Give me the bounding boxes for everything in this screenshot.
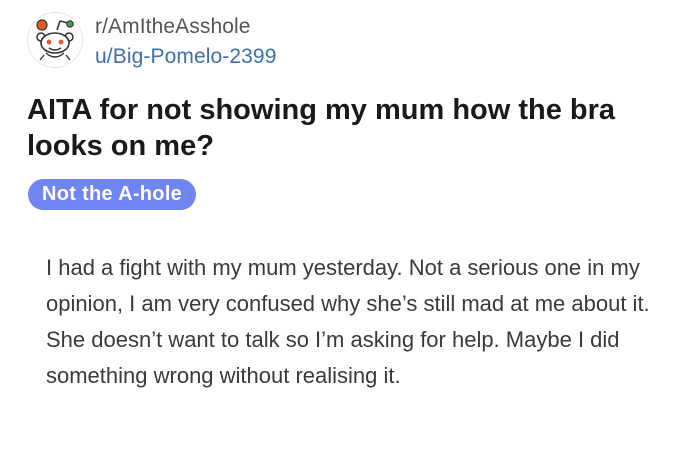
subreddit-name[interactable]: r/AmItheAsshole [95, 14, 276, 40]
post-meta: r/AmItheAsshole u/Big-Pomelo-2399 [95, 14, 276, 70]
reddit-snoo-icon [36, 19, 74, 61]
author-username[interactable]: u/Big-Pomelo-2399 [95, 44, 276, 70]
post-title[interactable]: AITA for not showing my mum how the bra … [27, 92, 677, 164]
post-header: r/AmItheAsshole u/Big-Pomelo-2399 [27, 12, 276, 70]
subreddit-avatar[interactable] [27, 12, 83, 68]
post-body: I had a fight with my mum yesterday. Not… [46, 255, 650, 388]
post-flair[interactable]: Not the A-hole [28, 179, 197, 210]
